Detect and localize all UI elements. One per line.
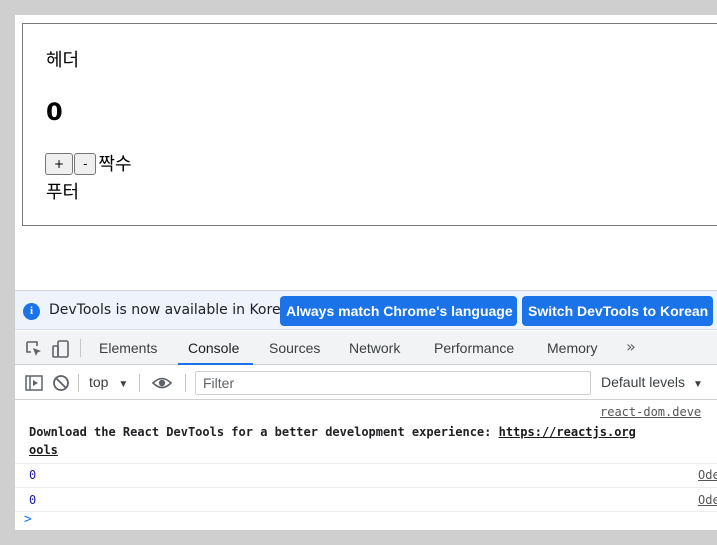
console-messages: react-dom.deve Download the React DevToo… bbox=[15, 401, 717, 530]
react-devtools-message: Download the React DevTools for a better… bbox=[29, 425, 636, 439]
row-divider bbox=[15, 463, 717, 464]
parity-label: 짝수 bbox=[98, 154, 132, 175]
counter-value: 0 bbox=[46, 98, 63, 126]
tab-memory[interactable]: Memory bbox=[547, 331, 598, 365]
infobar-message: DevTools is now available in Korean! bbox=[49, 302, 304, 318]
browser-viewport: 헤더 0 + - 짝수 푸터 i DevTools is now availab… bbox=[15, 15, 717, 530]
clear-console-icon[interactable] bbox=[52, 374, 70, 392]
tab-sources[interactable]: Sources bbox=[269, 331, 320, 365]
device-toolbar-icon[interactable] bbox=[52, 340, 70, 358]
source-link[interactable]: react-dom.deve bbox=[600, 405, 701, 419]
log-levels-label: Default levels bbox=[601, 374, 686, 390]
language-infobar: i DevTools is now available in Korean! A… bbox=[15, 291, 717, 330]
show-sidebar-icon[interactable] bbox=[25, 374, 43, 392]
increment-button[interactable]: + bbox=[45, 153, 74, 175]
counter-controls: + - 짝수 bbox=[45, 153, 132, 176]
log-value: 0 bbox=[29, 468, 37, 482]
eye-icon[interactable] bbox=[152, 374, 172, 392]
inspect-element-icon[interactable] bbox=[25, 340, 43, 358]
source-link[interactable]: Ode bbox=[698, 493, 717, 507]
tab-network[interactable]: Network bbox=[349, 331, 400, 365]
decrement-button[interactable]: - bbox=[74, 153, 97, 175]
tab-elements[interactable]: Elements bbox=[99, 331, 157, 365]
message-text: Download the React DevTools for a better… bbox=[29, 425, 499, 439]
log-levels-dropdown[interactable]: Default levels ▼ bbox=[601, 374, 703, 390]
react-devtools-link[interactable]: https://reactjs.org bbox=[499, 425, 636, 439]
toolbar-divider bbox=[80, 339, 81, 357]
console-prompt-chevron-icon[interactable]: > bbox=[24, 512, 32, 527]
row-divider bbox=[15, 487, 717, 488]
page-header: 헤더 bbox=[46, 50, 80, 71]
context-value: top bbox=[89, 374, 109, 390]
source-link[interactable]: Ode bbox=[698, 468, 717, 482]
info-icon: i bbox=[23, 303, 40, 320]
page-footer: 푸터 bbox=[46, 182, 80, 203]
chevron-down-icon: ▼ bbox=[118, 379, 129, 390]
more-tabs-chevron-icon[interactable]: » bbox=[626, 337, 636, 356]
app-container: 헤더 0 + - 짝수 푸터 bbox=[22, 23, 717, 226]
devtools-tabbar: Elements Console Sources Network Perform… bbox=[15, 331, 717, 365]
switch-devtools-korean-button[interactable]: Switch DevTools to Korean bbox=[522, 296, 713, 326]
tab-performance[interactable]: Performance bbox=[434, 331, 514, 365]
tab-console[interactable]: Console bbox=[177, 331, 254, 365]
always-match-language-button[interactable]: Always match Chrome's language bbox=[280, 296, 517, 326]
console-toolbar: top ▼ Default levels ▼ bbox=[15, 366, 717, 400]
chevron-down-icon: ▼ bbox=[692, 379, 703, 390]
toolbar-divider bbox=[139, 374, 140, 392]
react-devtools-link-continued[interactable]: ools bbox=[29, 443, 58, 457]
toolbar-divider bbox=[185, 374, 186, 392]
row-divider bbox=[15, 511, 717, 512]
toolbar-divider bbox=[78, 374, 79, 392]
log-value: 0 bbox=[29, 493, 37, 507]
devtools-panel: i DevTools is now available in Korean! A… bbox=[15, 290, 717, 530]
filter-input[interactable] bbox=[195, 371, 591, 395]
context-selector[interactable]: top ▼ bbox=[89, 374, 128, 390]
